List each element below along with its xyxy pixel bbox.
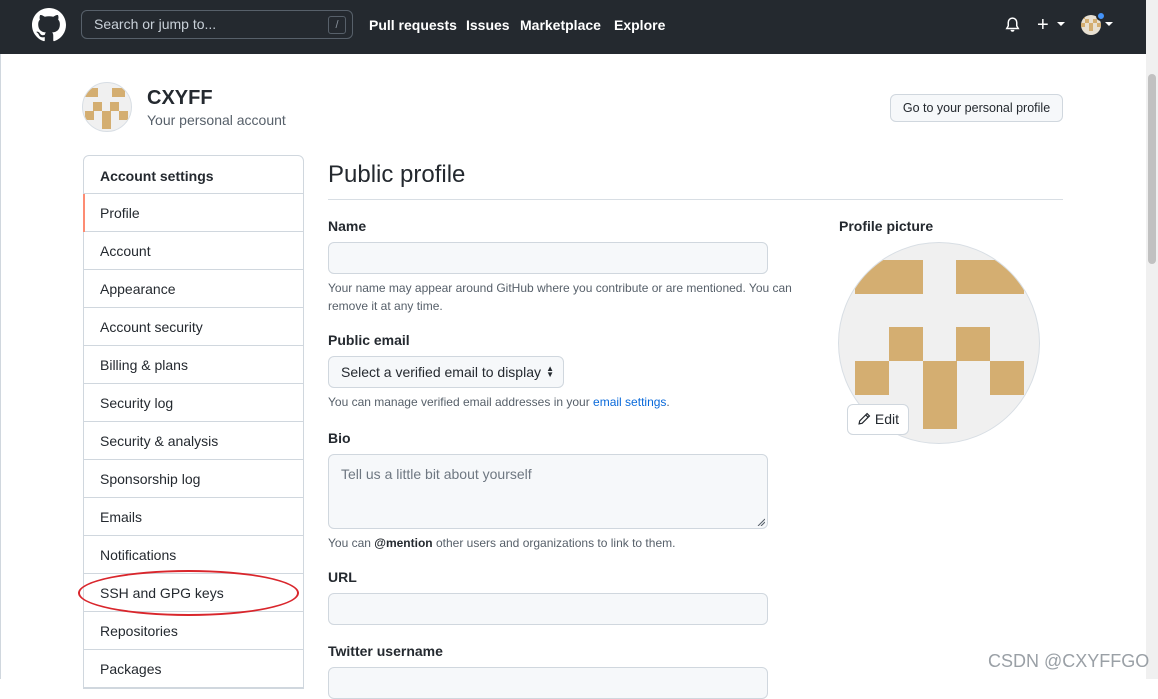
- search-input[interactable]: Search or jump to... /: [81, 10, 353, 39]
- page-title: Public profile: [328, 161, 466, 188]
- nav-marketplace[interactable]: Marketplace: [520, 17, 601, 33]
- account-subtitle: Your personal account: [147, 112, 286, 128]
- bio-label: Bio: [328, 430, 351, 446]
- sidebar-item-notifications[interactable]: Notifications: [84, 536, 303, 574]
- identicon-icon: [85, 88, 128, 129]
- go-to-profile-button[interactable]: Go to your personal profile: [890, 94, 1063, 122]
- nav-explore[interactable]: Explore: [614, 17, 665, 33]
- edit-label: Edit: [874, 411, 900, 427]
- email-note: You can manage verified email addresses …: [328, 395, 670, 409]
- sidebar-heading: Account settings: [84, 156, 303, 194]
- profile-picture-label: Profile picture: [839, 218, 934, 234]
- edit-picture-button[interactable]: Edit: [847, 404, 909, 435]
- nav-pull-requests[interactable]: Pull requests: [369, 17, 457, 33]
- account-name[interactable]: CXYFF: [147, 87, 213, 110]
- user-menu-caret-icon[interactable]: [1105, 22, 1113, 26]
- sidebar-item-security-log[interactable]: Security log: [84, 384, 303, 422]
- url-label: URL: [328, 569, 357, 585]
- sidebar-item-emails[interactable]: Emails: [84, 498, 303, 536]
- github-logo-icon[interactable]: [32, 8, 66, 42]
- page-left-border: [0, 54, 1, 679]
- sidebar-item-profile[interactable]: Profile: [83, 194, 303, 232]
- twitter-label: Twitter username: [328, 643, 443, 659]
- bio-note: You can @mention other users and organiz…: [328, 536, 676, 550]
- name-label: Name: [328, 218, 367, 234]
- sidebar-item-account-security[interactable]: Account security: [84, 308, 303, 346]
- header-bar: Search or jump to... / Pull requests Iss…: [0, 0, 1146, 54]
- title-divider: [328, 199, 1063, 200]
- account-avatar: [82, 82, 132, 132]
- select-arrows-icon: ▲ ▼: [546, 364, 554, 379]
- bio-textarea[interactable]: Tell us a little bit about yourself: [328, 454, 768, 529]
- sidebar-item-appearance[interactable]: Appearance: [84, 270, 303, 308]
- bio-placeholder: Tell us a little bit about yourself: [341, 466, 532, 482]
- sidebar-item-security-analysis[interactable]: Security & analysis: [84, 422, 303, 460]
- search-shortcut-key: /: [328, 16, 346, 34]
- name-note: Your name may appear around GitHub where…: [328, 281, 792, 313]
- twitter-field[interactable]: [328, 667, 768, 699]
- pencil-icon: [858, 412, 871, 425]
- sidebar-item-sponsorship-log[interactable]: Sponsorship log: [84, 460, 303, 498]
- annotation-circle: [78, 570, 299, 616]
- public-email-selected: Select a verified email to display: [341, 364, 541, 380]
- notifications-bell-icon[interactable]: [1004, 16, 1021, 34]
- email-settings-link[interactable]: email settings: [593, 395, 666, 409]
- public-email-select[interactable]: Select a verified email to display ▲ ▼: [328, 356, 564, 388]
- nav-issues[interactable]: Issues: [466, 17, 510, 33]
- sidebar-item-packages[interactable]: Packages: [84, 650, 303, 688]
- unread-indicator: [1096, 11, 1106, 21]
- create-caret-icon[interactable]: [1057, 22, 1065, 26]
- name-field[interactable]: [328, 242, 768, 274]
- create-new-icon[interactable]: +: [1037, 15, 1049, 35]
- sidebar-item-billing[interactable]: Billing & plans: [84, 346, 303, 384]
- sidebar-item-repositories[interactable]: Repositories: [84, 612, 303, 650]
- search-placeholder: Search or jump to...: [94, 16, 217, 32]
- watermark: CSDN @CXYFFGO: [988, 651, 1150, 671]
- page-scrollbar[interactable]: [1146, 0, 1158, 679]
- resize-handle-icon[interactable]: [757, 518, 765, 526]
- scrollbar-thumb[interactable]: [1148, 74, 1156, 264]
- sidebar-item-account[interactable]: Account: [84, 232, 303, 270]
- public-email-label: Public email: [328, 332, 410, 348]
- url-field[interactable]: [328, 593, 768, 625]
